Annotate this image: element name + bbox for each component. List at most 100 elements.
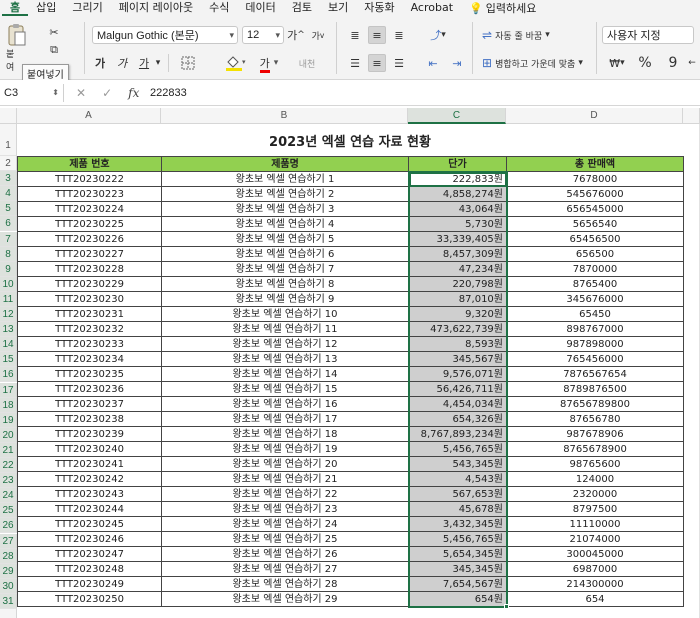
tab-2[interactable]: 삽입 [28,0,64,16]
table-cell[interactable]: TTT20230229 [17,276,162,292]
insert-function-button[interactable]: fx [128,86,139,100]
table-cell[interactable]: 왕초보 엑셀 연습하기 25 [161,531,409,547]
table-cell[interactable]: 33,339,405원 [408,231,507,247]
row-header[interactable]: 19 [0,412,17,428]
row-header[interactable]: 7 [0,231,17,247]
table-cell[interactable]: 45,678원 [408,501,507,517]
table-cell[interactable]: TTT20230243 [17,486,162,502]
row-header[interactable]: 13 [0,322,17,338]
table-cell[interactable]: 765456000 [506,351,684,367]
row-header[interactable]: 8 [0,246,17,262]
table-cell[interactable]: TTT20230242 [17,471,162,487]
row-header[interactable]: 9 [0,261,17,277]
copy-button[interactable]: ⧉ [46,42,62,58]
align-top-button[interactable]: ≣ [346,26,364,44]
cut-button[interactable]: ✂ [46,24,62,40]
table-cell[interactable]: 8797500 [506,501,684,517]
table-cell[interactable]: TTT20230232 [17,321,162,337]
row-header[interactable]: 15 [0,352,17,368]
table-cell[interactable]: TTT20230222 [17,171,162,187]
row-header[interactable]: 20 [0,427,17,443]
table-cell[interactable]: TTT20230246 [17,531,162,547]
table-cell[interactable]: 7678000 [506,171,684,187]
table-cell[interactable]: 왕초보 엑셀 연습하기 3 [161,201,409,217]
table-cell[interactable]: 98765600 [506,456,684,472]
table-cell[interactable]: 345676000 [506,291,684,307]
table-cell[interactable]: TTT20230236 [17,381,162,397]
font-name-dropdown[interactable]: Malgun Gothic (본문) ▾ [92,26,238,44]
table-cell[interactable]: 왕초보 엑셀 연습하기 27 [161,561,409,577]
column-header-d[interactable]: D [506,108,683,124]
table-cell[interactable]: 왕초보 엑셀 연습하기 13 [161,351,409,367]
table-cell[interactable]: TTT20230240 [17,441,162,457]
table-cell[interactable]: 8765678900 [506,441,684,457]
align-middle-button[interactable]: ≡ [368,26,386,44]
table-cell[interactable]: 87656789800 [506,396,684,412]
table-cell[interactable]: 왕초보 엑셀 연습하기 17 [161,411,409,427]
table-cell[interactable]: 21074000 [506,531,684,547]
header-cell[interactable]: 제품명 [161,156,409,172]
table-cell[interactable]: 왕초보 엑셀 연습하기 2 [161,186,409,202]
row-header[interactable]: 21 [0,442,17,458]
tab-4[interactable]: 페이지 레이아웃 [111,0,201,16]
table-cell[interactable]: 65456500 [506,231,684,247]
table-cell[interactable]: TTT20230233 [17,336,162,352]
header-cell[interactable]: 단가 [408,156,507,172]
row-header[interactable]: 2 [0,156,17,172]
check-icon[interactable]: ✓ [102,86,112,100]
table-cell[interactable]: 3,432,345원 [408,516,507,532]
row-header[interactable]: 23 [0,473,17,489]
table-cell[interactable]: 왕초보 엑셀 연습하기 8 [161,276,409,292]
tab-6[interactable]: 데이터 [237,0,283,16]
merge-center-button[interactable]: ⊞ 병합하고 가운데 맞춤 ▾ [482,54,583,72]
row-header[interactable]: 25 [0,503,17,519]
table-cell[interactable]: 7870000 [506,261,684,277]
row-header[interactable] [0,609,17,618]
table-cell[interactable]: 124000 [506,471,684,487]
tab-8[interactable]: 보기 [320,0,356,16]
table-cell[interactable]: 왕초보 엑셀 연습하기 1 [161,171,409,187]
grow-font-button[interactable]: 가 ^ [287,26,305,44]
table-cell[interactable]: TTT20230250 [17,591,162,607]
underline-dropdown[interactable]: ▾ [154,56,162,70]
row-header[interactable]: 29 [0,563,17,579]
table-cell[interactable]: TTT20230223 [17,186,162,202]
table-cell[interactable]: 8,457,309원 [408,246,507,262]
row-header[interactable]: 28 [0,548,17,564]
table-cell[interactable]: 987678906 [506,426,684,442]
row-header[interactable]: 22 [0,458,17,474]
table-cell[interactable]: 567,653원 [408,486,507,502]
orientation-button[interactable]: ⤴ ▾ [424,26,452,44]
increase-decimal-button[interactable]: ← [686,54,698,72]
table-cell[interactable]: 5656540 [506,216,684,232]
table-cell[interactable]: 654 [506,591,684,607]
increase-indent-button[interactable]: ⇥ [448,54,466,72]
table-cell[interactable]: 65450 [506,306,684,322]
align-right-button[interactable]: ☰ [390,54,408,72]
table-cell[interactable]: 222,833원 [408,171,507,187]
table-cell[interactable]: 왕초보 엑셀 연습하기 9 [161,291,409,307]
phonetic-guide-button[interactable]: 내천 [296,54,318,72]
table-cell[interactable]: TTT20230245 [17,516,162,532]
table-cell[interactable]: TTT20230241 [17,456,162,472]
table-cell[interactable]: 4,454,034원 [408,396,507,412]
tell-me-search[interactable]: 💡 입력하세요 [461,0,544,16]
table-cell[interactable]: 8,593원 [408,336,507,352]
fill-color-button[interactable]: ▾ [222,54,250,72]
tab-1[interactable]: 홈 [2,0,29,16]
row-header[interactable]: 18 [0,397,17,413]
table-cell[interactable]: 220,798원 [408,276,507,292]
table-cell[interactable]: 214300000 [506,576,684,592]
row-header[interactable]: 11 [0,291,17,307]
table-cell[interactable]: 543,345원 [408,456,507,472]
table-cell[interactable]: 왕초보 엑셀 연습하기 20 [161,456,409,472]
table-cell[interactable]: 왕초보 엑셀 연습하기 4 [161,216,409,232]
table-cell[interactable]: 300045000 [506,546,684,562]
table-cell[interactable]: TTT20230225 [17,216,162,232]
table-cell[interactable]: 5,654,345원 [408,546,507,562]
fill-handle[interactable] [503,603,509,609]
column-header-e[interactable] [683,108,700,124]
tab-5[interactable]: 수식 [201,0,237,16]
tab-3[interactable]: 그리기 [64,0,110,16]
table-cell[interactable]: 왕초보 엑셀 연습하기 28 [161,576,409,592]
